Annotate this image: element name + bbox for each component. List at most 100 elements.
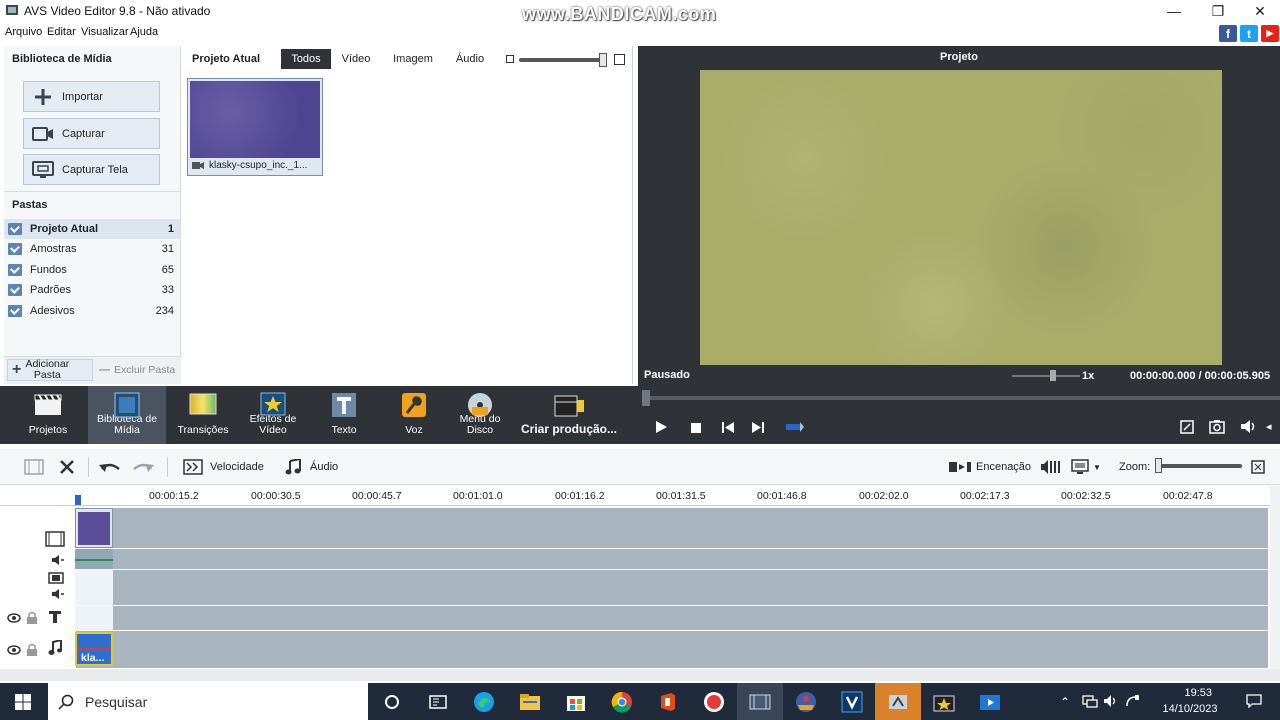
close-button[interactable]: ✕ bbox=[1238, 0, 1280, 22]
speaker-icon[interactable] bbox=[51, 554, 65, 566]
task-view-icon[interactable] bbox=[369, 683, 415, 720]
marker-icon[interactable] bbox=[784, 421, 804, 433]
clock-time[interactable]: 19:53 bbox=[1152, 687, 1212, 699]
microsoft-store-icon[interactable] bbox=[553, 683, 599, 720]
media-player-icon[interactable] bbox=[967, 683, 1013, 720]
playback-scrubber[interactable] bbox=[642, 396, 1280, 400]
play-icon[interactable] bbox=[654, 420, 668, 434]
staging-button[interactable]: Encenação bbox=[949, 449, 1031, 485]
playhead-marker[interactable] bbox=[75, 495, 81, 505]
youtube-icon[interactable]: ▶ bbox=[1261, 25, 1279, 42]
thumbnail-size-slider[interactable] bbox=[519, 58, 603, 62]
add-folder-button[interactable]: + Adicionar Pasta bbox=[7, 359, 93, 381]
maximize-button[interactable]: ❐ bbox=[1196, 0, 1240, 22]
effects-speaker-icon[interactable] bbox=[51, 588, 65, 600]
folder-amostras[interactable]: Amostras 31 bbox=[4, 239, 180, 259]
thumb-large-icon[interactable] bbox=[614, 54, 625, 65]
media-library-button[interactable]: Biblioteca de Mídia bbox=[88, 386, 166, 444]
widgets-icon[interactable] bbox=[415, 683, 461, 720]
display-options-dropdown[interactable]: ▼ bbox=[1071, 449, 1101, 485]
minimize-button[interactable]: — bbox=[1152, 0, 1196, 22]
more-arrow-icon[interactable]: ◂ bbox=[1266, 420, 1272, 433]
volume-icon[interactable] bbox=[1240, 419, 1258, 434]
tab-todos[interactable]: Todos bbox=[281, 49, 331, 69]
folder-adesivos[interactable]: Adesivos 234 bbox=[4, 301, 180, 321]
disc-burner-icon[interactable] bbox=[783, 683, 829, 720]
speed-button[interactable]: Velocidade bbox=[183, 449, 264, 485]
folder-padroes[interactable]: Padrões 33 bbox=[4, 280, 180, 300]
avs-converter-icon[interactable] bbox=[875, 683, 921, 720]
menu-visualizar[interactable]: Visualizar bbox=[81, 26, 129, 38]
speed-slider[interactable] bbox=[1012, 375, 1080, 377]
text-button[interactable]: Texto bbox=[318, 386, 370, 444]
clock-date[interactable]: 14/10/2023 bbox=[1152, 703, 1228, 715]
video-audio-clip[interactable] bbox=[75, 549, 113, 569]
notifications-icon[interactable] bbox=[1246, 694, 1262, 708]
video-audio-track[interactable] bbox=[76, 549, 1268, 569]
speed-slider-handle[interactable] bbox=[1050, 370, 1056, 381]
tab-imagem[interactable]: Imagem bbox=[386, 49, 440, 69]
thumbnail-slider-handle[interactable] bbox=[599, 53, 607, 67]
office-icon[interactable] bbox=[645, 683, 691, 720]
timeline-ruler[interactable]: 00:00:15.2 00:00:30.5 00:00:45.7 00:01:0… bbox=[0, 486, 1280, 506]
chrome-icon[interactable] bbox=[599, 683, 645, 720]
transitions-button[interactable]: Transições bbox=[174, 386, 232, 444]
next-frame-icon[interactable] bbox=[752, 422, 764, 433]
capture-screen-button[interactable]: Capturar Tela bbox=[23, 154, 160, 185]
music-track[interactable] bbox=[76, 631, 1268, 668]
effects-track[interactable] bbox=[76, 570, 1268, 605]
chevron-up-icon[interactable]: ⌃ bbox=[1060, 695, 1070, 709]
zoom-slider[interactable] bbox=[1158, 464, 1242, 468]
avs-editor-taskbar-icon[interactable] bbox=[737, 683, 783, 720]
menu-ajuda[interactable]: Ajuda bbox=[130, 26, 158, 38]
snapshot-icon[interactable] bbox=[1209, 419, 1225, 434]
video-effects-button[interactable]: Efeitos de Vídeo bbox=[240, 386, 306, 444]
stop-icon[interactable] bbox=[691, 423, 701, 433]
vertical-scrollbar[interactable] bbox=[1270, 486, 1280, 669]
audio-clip[interactable]: kla... bbox=[75, 632, 113, 666]
taskbar-search-box[interactable]: Pesquisar bbox=[48, 683, 368, 720]
tab-video[interactable]: Vídeo bbox=[333, 49, 379, 69]
media-clip-thumbnail[interactable]: klasky-csupo_inc._1... bbox=[187, 78, 323, 176]
video-track[interactable] bbox=[76, 508, 1268, 548]
folder-fundos[interactable]: Fundos 65 bbox=[4, 260, 180, 280]
horizontal-scrollbar[interactable] bbox=[0, 669, 1280, 681]
delete-icon[interactable] bbox=[60, 449, 74, 485]
file-explorer-icon[interactable] bbox=[507, 683, 553, 720]
audio-button[interactable]: Áudio bbox=[285, 449, 338, 485]
audio-mixer-icon[interactable] bbox=[1040, 449, 1062, 485]
previous-frame-icon[interactable] bbox=[722, 422, 734, 433]
capture-button[interactable]: Capturar bbox=[23, 118, 160, 149]
redo-icon[interactable] bbox=[132, 449, 154, 485]
fit-timeline-icon[interactable] bbox=[1251, 449, 1265, 485]
zoom-slider-handle[interactable] bbox=[1155, 458, 1162, 473]
import-button[interactable]: Importar bbox=[23, 81, 160, 112]
thumb-small-icon[interactable] bbox=[506, 55, 514, 63]
tab-audio[interactable]: Áudio bbox=[448, 49, 492, 69]
battery-plug-icon[interactable] bbox=[1124, 694, 1140, 708]
fullscreen-icon[interactable] bbox=[1180, 420, 1194, 434]
create-production-button[interactable]: Criar produção... bbox=[516, 386, 622, 444]
video-clip[interactable] bbox=[75, 508, 113, 548]
edge-browser-icon[interactable] bbox=[461, 683, 507, 720]
undo-icon[interactable] bbox=[99, 449, 121, 485]
twitter-icon[interactable]: t bbox=[1240, 25, 1258, 42]
network-icon[interactable] bbox=[1082, 694, 1098, 708]
bandicam-record-icon[interactable] bbox=[691, 683, 737, 720]
music-lock-icon[interactable] bbox=[26, 643, 38, 656]
menu-editar[interactable]: Editar bbox=[47, 26, 76, 38]
scrubber-handle[interactable] bbox=[642, 390, 650, 406]
speaker-icon[interactable] bbox=[1103, 694, 1119, 708]
disc-menu-button[interactable]: Menu do Disco bbox=[452, 386, 508, 444]
windows-start-icon[interactable] bbox=[0, 683, 46, 720]
projetos-button[interactable]: Projetos bbox=[20, 386, 76, 444]
delete-folder-button[interactable]: — Excluir Pasta bbox=[95, 359, 178, 381]
facebook-icon[interactable]: f bbox=[1219, 25, 1237, 42]
visibility-eye-icon[interactable] bbox=[7, 613, 21, 623]
folder-projeto-atual[interactable]: Projeto Atual 1 bbox=[4, 219, 180, 239]
music-visibility-eye-icon[interactable] bbox=[7, 645, 21, 655]
storyboard-toggle-icon[interactable] bbox=[24, 449, 44, 485]
voice-button[interactable]: Voz bbox=[388, 386, 440, 444]
menu-arquivo[interactable]: Arquivo bbox=[5, 26, 42, 38]
avs-effects-icon[interactable] bbox=[921, 683, 967, 720]
